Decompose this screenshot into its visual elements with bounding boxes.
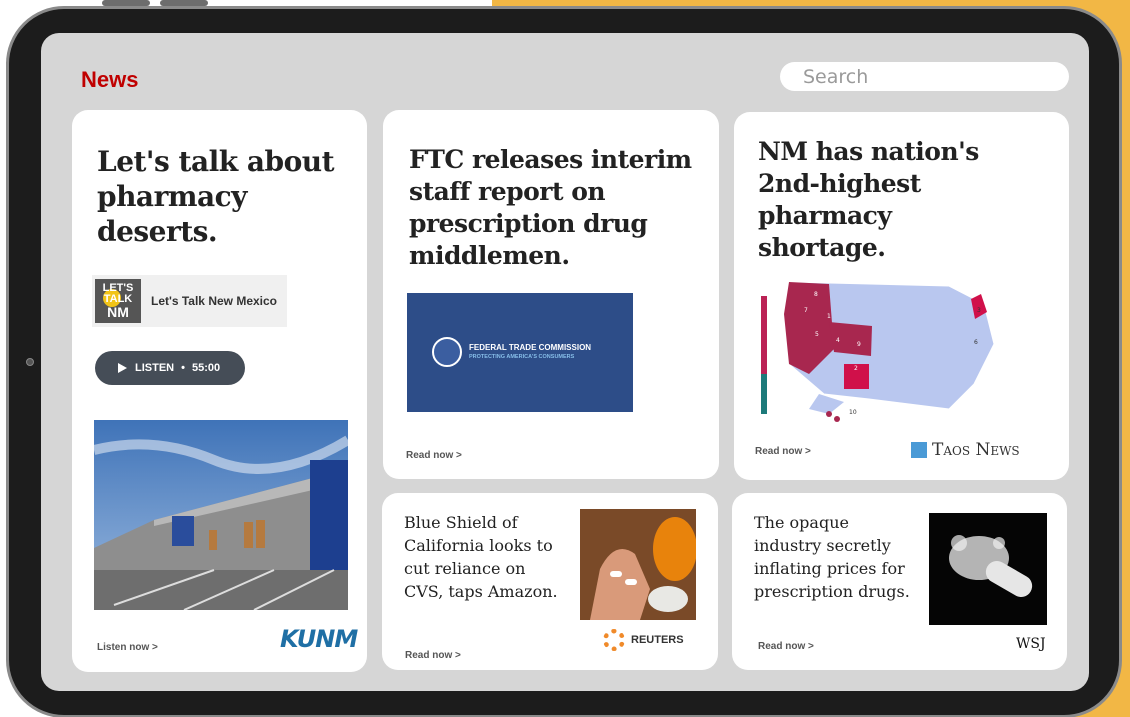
read-now-link[interactable]: Read now >	[755, 446, 811, 457]
svg-text:8: 8	[814, 291, 818, 298]
camera-icon	[26, 358, 34, 366]
svg-text:1: 1	[827, 313, 831, 320]
svg-text:5: 5	[815, 331, 819, 338]
news-card-map[interactable]: NM has nation's 2nd-highest pharmacy sho…	[734, 112, 1069, 480]
taos-news-logo: Taos News	[911, 440, 1020, 460]
card-headline: Blue Shield of California looks to cut r…	[404, 513, 558, 601]
news-card-wsj[interactable]: The opaque industry secretly inflating p…	[732, 493, 1067, 670]
us-map-image: 8 7 1 5 4 9 2 3 6 10	[749, 274, 1008, 432]
svg-text:10: 10	[849, 409, 857, 416]
podcast-name: Let's Talk New Mexico	[151, 294, 278, 308]
wsj-logo: WSJ	[1016, 636, 1046, 652]
page-title: News	[81, 67, 139, 92]
kunm-logo: KUNM	[280, 625, 358, 653]
svg-text:7: 7	[804, 307, 808, 314]
podcast-logo: LET'S TALK NM	[95, 279, 141, 323]
duration-label: 55:00	[191, 362, 221, 374]
listen-button[interactable]: LISTEN • 55:00	[95, 351, 245, 385]
pills-photo	[580, 509, 696, 620]
svg-text:9: 9	[857, 341, 861, 348]
reuters-logo: REUTERS	[603, 629, 684, 651]
news-card-ftc[interactable]: FTC releases interim staff report on pre…	[383, 110, 719, 479]
news-card-reuters[interactable]: Blue Shield of California looks to cut r…	[382, 493, 718, 670]
tablet-screen: News Let's talk about pharmacy deserts. …	[41, 33, 1089, 691]
card-headline: NM has nation's 2nd-highest pharmacy sho…	[758, 137, 979, 262]
taos-news-icon	[911, 442, 927, 458]
read-now-link[interactable]: Read now >	[406, 450, 462, 461]
ftc-image: FEDERAL TRADE COMMISSION PROTECTING AMER…	[407, 293, 633, 412]
read-now-link[interactable]: Read now >	[758, 641, 814, 652]
card-headline: FTC releases interim staff report on pre…	[409, 145, 692, 270]
news-card-podcast[interactable]: Let's talk about pharmacy deserts. LET'S…	[72, 110, 367, 672]
card-headline: The opaque industry secretly inflating p…	[754, 513, 910, 601]
listen-now-link[interactable]: Listen now >	[97, 642, 158, 653]
svg-text:3: 3	[977, 307, 981, 314]
ftc-seal-icon	[432, 337, 462, 367]
search-input[interactable]	[780, 62, 1069, 91]
reuters-icon	[603, 629, 625, 651]
store-photo	[94, 420, 348, 610]
podcast-badge[interactable]: LET'S TALK NM Let's Talk New Mexico	[92, 275, 287, 327]
read-now-link[interactable]: Read now >	[405, 650, 461, 661]
svg-text:2: 2	[854, 365, 858, 372]
pill-powder-photo	[929, 513, 1047, 625]
play-icon	[118, 363, 127, 373]
card-headline: Let's talk about pharmacy deserts.	[97, 145, 335, 248]
svg-text:6: 6	[974, 339, 978, 346]
svg-text:4: 4	[836, 337, 840, 344]
